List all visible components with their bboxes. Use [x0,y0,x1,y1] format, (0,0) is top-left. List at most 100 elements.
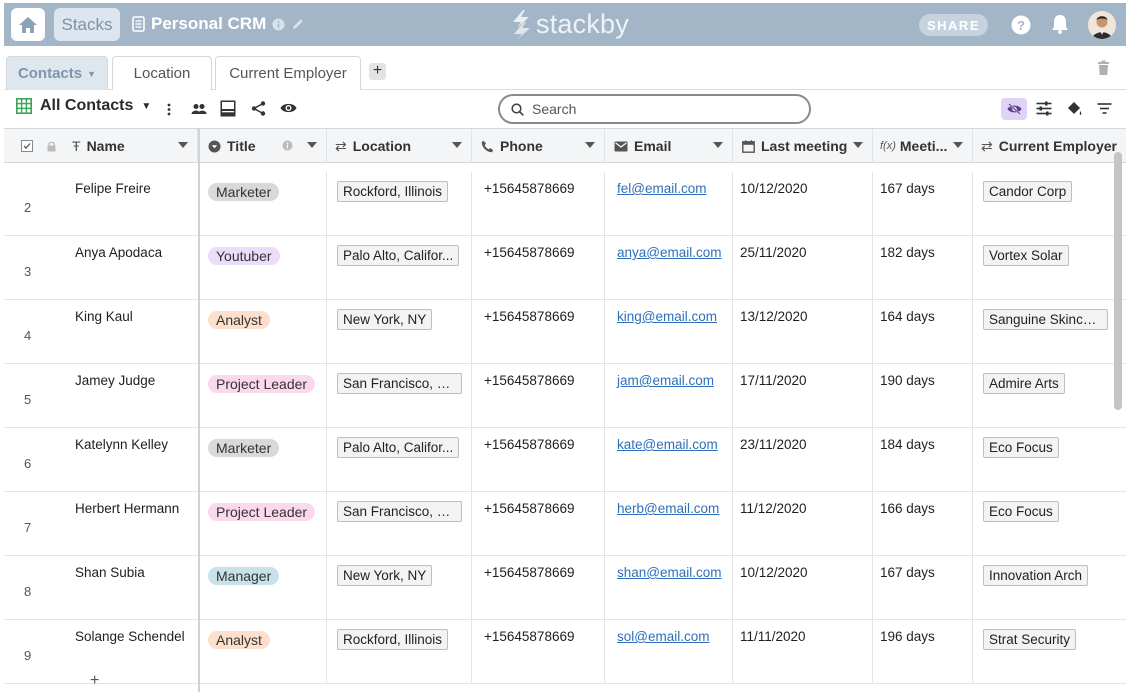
email-cell[interactable]: shan@email.com [605,556,733,620]
share-button[interactable]: SHARE [919,14,988,36]
edit-pencil-icon[interactable] [291,17,305,31]
column-header-location[interactable]: ⇄ Location [327,129,472,163]
meeting-days-cell[interactable]: 166 days [873,492,973,556]
stack-title[interactable]: Personal CRM [132,11,305,37]
last-meeting-cell[interactable]: 13/12/2020 [733,300,873,364]
chevron-down-icon[interactable] [713,142,723,148]
table-row[interactable]: 9 Solange Schendel Analyst Rockford, Illino… [4,620,1126,684]
chevron-down-icon[interactable] [178,142,188,148]
meeting-days-cell[interactable]: 184 days [873,428,973,492]
tab-contacts[interactable]: Contacts ▼ [6,56,108,90]
table-row[interactable]: 3 Anya Apodaca Youtuber Palo Alto, Califor.… [4,236,1126,300]
filter-icon[interactable] [1097,103,1112,114]
name-cell[interactable]: Solange Schendel [75,629,185,644]
name-cell[interactable]: Shan Subia [75,565,145,580]
title-cell[interactable]: Analyst [200,620,327,684]
name-cell[interactable]: Jamey Judge [75,373,155,388]
meeting-days-cell[interactable]: 167 days [873,556,973,620]
name-cell[interactable]: Herbert Hermann [75,501,179,516]
location-link-chip[interactable]: New York, NY [337,565,433,586]
location-cell[interactable]: Palo Alto, Califor... [327,236,472,300]
last-meeting-cell[interactable]: 10/12/2020 [733,556,873,620]
chevron-down-icon[interactable] [307,142,317,148]
email-cell[interactable]: herb@email.com [605,492,733,556]
employer-cell[interactable]: Strat Security [973,620,1126,684]
email-link[interactable]: shan@email.com [617,565,722,580]
location-link-chip[interactable]: San Francisco, C... [337,373,462,394]
phone-cell[interactable]: +15645878669 [472,172,605,236]
last-meeting-cell[interactable]: 17/11/2020 [733,364,873,428]
chevron-down-icon[interactable] [585,142,595,148]
search-input[interactable] [532,101,792,117]
last-meeting-cell[interactable]: 23/11/2020 [733,428,873,492]
share-view-icon[interactable] [251,101,266,116]
title-cell[interactable]: Project Leader [200,364,327,428]
email-cell[interactable]: anya@email.com [605,236,733,300]
employer-link-chip[interactable]: Vortex Solar [983,245,1069,266]
title-cell[interactable]: Youtuber [200,236,327,300]
row-header-cell[interactable]: 6 Katelynn Kelley [4,428,198,492]
last-meeting-cell[interactable]: 11/12/2020 [733,492,873,556]
employer-cell[interactable]: Eco Focus [973,492,1126,556]
name-cell[interactable]: Anya Apodaca [75,245,162,260]
row-height-icon[interactable] [220,100,236,117]
meeting-days-cell[interactable]: 167 days [873,172,973,236]
stacks-button[interactable]: Stacks [54,8,120,41]
home-button[interactable] [11,8,45,41]
employer-link-chip[interactable]: Sanguine Skincare [983,309,1108,330]
paint-bucket-icon[interactable] [1066,101,1083,117]
hide-fields-button[interactable] [1001,98,1027,120]
trash-icon[interactable] [1097,60,1110,76]
employer-link-chip[interactable]: Admire Arts [983,373,1065,394]
customize-fields-icon[interactable] [1036,101,1052,116]
title-cell[interactable]: Analyst [200,300,327,364]
meeting-days-cell[interactable]: 182 days [873,236,973,300]
title-cell[interactable]: Project Leader [200,492,327,556]
location-link-chip[interactable]: Rockford, Illinois [337,181,449,202]
location-cell[interactable]: Palo Alto, Califor... [327,428,472,492]
select-all-checkbox[interactable] [21,140,33,152]
tab-current-employer[interactable]: Current Employer [215,56,361,90]
info-icon[interactable] [272,18,285,31]
name-cell[interactable]: King Kaul [75,309,133,324]
email-cell[interactable]: kate@email.com [605,428,733,492]
row-header-cell[interactable]: 9 Solange Schendel [4,620,198,684]
email-link[interactable]: herb@email.com [617,501,719,516]
title-cell[interactable]: Manager [200,556,327,620]
location-cell[interactable]: San Francisco, C... [327,492,472,556]
more-options-icon[interactable] [167,103,171,116]
employer-cell[interactable]: Innovation Arch [973,556,1126,620]
location-link-chip[interactable]: Palo Alto, Califor... [337,437,460,458]
column-header-meeting-days[interactable]: f(x) Meeti... [873,129,973,163]
title-cell[interactable]: Marketer [200,172,327,236]
table-row[interactable]: 2 Felipe Freire Marketer Rockford, Illinois… [4,172,1126,236]
phone-cell[interactable]: +15645878669 [472,556,605,620]
phone-cell[interactable]: +15645878669 [472,300,605,364]
location-cell[interactable]: New York, NY [327,300,472,364]
row-header-cell[interactable]: 3 Anya Apodaca [4,236,198,300]
meeting-days-cell[interactable]: 196 days [873,620,973,684]
chevron-down-icon[interactable] [953,142,963,148]
last-meeting-cell[interactable]: 25/11/2020 [733,236,873,300]
column-header-title[interactable]: Title [200,129,327,163]
table-row[interactable]: 7 Herbert Hermann Project Leader San Franci… [4,492,1126,556]
frozen-column-divider[interactable] [198,128,200,692]
user-avatar[interactable] [1088,11,1116,39]
email-link[interactable]: kate@email.com [617,437,718,452]
employer-link-chip[interactable]: Strat Security [983,629,1077,650]
chevron-down-icon[interactable] [853,142,863,148]
column-header-email[interactable]: Email [605,129,733,163]
name-cell[interactable]: Katelynn Kelley [75,437,168,452]
column-header-last-meeting[interactable]: Last meeting [733,129,873,163]
last-meeting-cell[interactable]: 11/11/2020 [733,620,873,684]
bell-icon[interactable] [1049,13,1071,35]
location-link-chip[interactable]: Rockford, Illinois [337,629,449,650]
table-row[interactable]: 5 Jamey Judge Project Leader San Francisco,… [4,364,1126,428]
email-link[interactable]: fel@email.com [617,181,706,196]
location-cell[interactable]: New York, NY [327,556,472,620]
location-cell[interactable]: San Francisco, C... [327,364,472,428]
row-header-cell[interactable]: 8 Shan Subia [4,556,198,620]
location-link-chip[interactable]: San Francisco, C... [337,501,462,522]
meeting-days-cell[interactable]: 190 days [873,364,973,428]
title-cell[interactable]: Marketer [200,428,327,492]
